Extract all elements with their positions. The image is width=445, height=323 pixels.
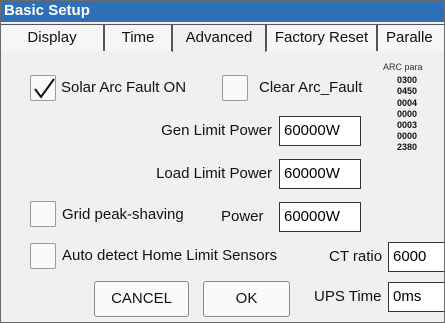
tab-display[interactable]: Display [0, 24, 104, 51]
checkmark-icon [34, 78, 55, 99]
arc-param-value: 0300 [397, 75, 418, 85]
gen-limit-power-field[interactable]: 60000W [279, 116, 361, 146]
arc-param-value: 0000 [397, 131, 418, 141]
cancel-button[interactable]: CANCEL [94, 281, 189, 317]
solar-arc-fault-label: Solar Arc Fault ON [61, 79, 187, 96]
window-title: Basic Setup [0, 0, 445, 22]
ct-ratio-field[interactable]: 6000 [388, 242, 445, 272]
auto-detect-checkbox[interactable] [30, 243, 56, 269]
advanced-panel: Solar Arc Fault ON Clear Arc_Fault ARC p… [0, 52, 445, 323]
tab-time[interactable]: Time [104, 24, 172, 51]
ok-button[interactable]: OK [203, 281, 290, 317]
arc-param-value: 0450 [397, 86, 418, 96]
ct-ratio-label: CT ratio [329, 248, 383, 265]
basic-setup-window: Basic Setup Display Time Advanced Factor… [0, 0, 445, 323]
tab-parallel[interactable]: Paralle [377, 24, 445, 51]
solar-arc-fault-checkbox[interactable] [30, 75, 56, 101]
grid-peak-power-field[interactable]: 60000W [279, 202, 361, 232]
auto-detect-label: Auto detect Home Limit Sensors [62, 247, 278, 264]
load-limit-power-field[interactable]: 60000W [279, 159, 361, 189]
ups-time-field[interactable]: 0ms [388, 282, 445, 312]
tab-bar: Display Time Advanced Factory Reset Para… [0, 22, 445, 53]
grid-peak-shaving-label: Grid peak-shaving [62, 206, 184, 223]
arc-param-value: 0000 [397, 109, 418, 119]
ups-time-label: UPS Time [314, 288, 382, 305]
arc-params-title: ARC para [383, 62, 423, 72]
tab-advanced[interactable]: Advanced [172, 24, 266, 53]
arc-param-value: 0003 [397, 120, 418, 130]
grid-peak-power-label: Power [221, 208, 264, 225]
arc-param-value: 0004 [397, 98, 418, 108]
clear-arc-fault-checkbox[interactable] [222, 75, 248, 101]
grid-peak-shaving-checkbox[interactable] [30, 201, 56, 227]
tab-factory-reset[interactable]: Factory Reset [266, 24, 377, 51]
gen-limit-power-label: Gen Limit Power [161, 122, 272, 139]
load-limit-power-label: Load Limit Power [156, 165, 272, 182]
clear-arc-fault-label: Clear Arc_Fault [259, 79, 363, 96]
arc-param-value: 2380 [397, 142, 418, 152]
